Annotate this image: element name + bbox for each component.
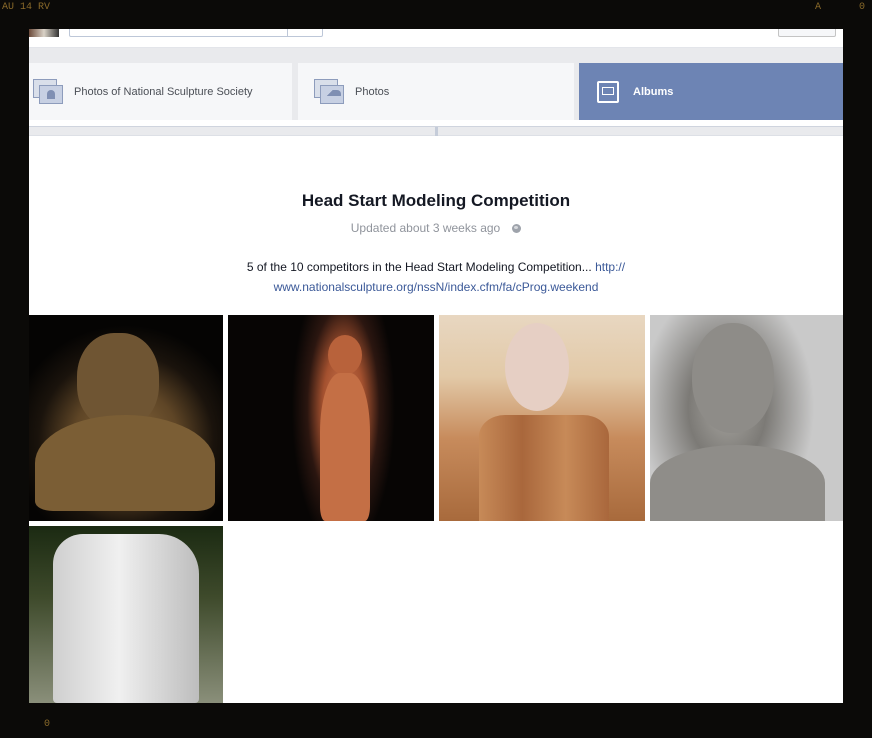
profile-avatar[interactable]: [29, 29, 59, 37]
photo-thumbnail-1[interactable]: [29, 315, 223, 521]
photo-thumbnail-3[interactable]: [439, 315, 645, 521]
album-description: 5 of the 10 competitors in the Head Star…: [179, 257, 693, 297]
tab-label: Photos: [355, 85, 390, 98]
photos-icon: [314, 78, 344, 105]
tab-photos[interactable]: Photos: [298, 63, 574, 120]
tab-photos-of[interactable]: Photos of National Sculpture Society: [29, 63, 292, 120]
top-bar: [29, 29, 843, 48]
frame-label-top-left: AU 14 RV: [2, 2, 51, 13]
albums-icon: [597, 80, 619, 103]
tab-label: Photos of National Sculpture Society: [74, 85, 253, 98]
top-right-button[interactable]: [778, 29, 836, 37]
frame-label-top-right-b: 0: [859, 2, 866, 13]
updated-text: Updated about 3 weeks ago: [350, 221, 501, 235]
photo-tabs: Photos of National Sculpture Society Pho…: [29, 62, 843, 120]
frame-label-bottom-left: 0: [44, 719, 51, 730]
description-text: 5 of the 10 competitors in the Head Star…: [246, 260, 592, 274]
album-title: Head Start Modeling Competition: [301, 191, 571, 210]
browser-screen: Photos of National Sculpture Society Pho…: [29, 29, 843, 703]
photo-thumbnail-5[interactable]: [29, 526, 223, 703]
frame-label-top-right-a: A: [815, 2, 822, 13]
photo-thumbnail-4[interactable]: [650, 315, 843, 521]
tab-albums[interactable]: Albums: [579, 63, 843, 120]
search-button[interactable]: [287, 29, 288, 36]
section-divider: [29, 126, 843, 136]
photos-of-icon: [33, 78, 63, 105]
search-input[interactable]: [69, 29, 323, 37]
globe-icon[interactable]: [512, 224, 522, 233]
photo-thumbnail-2[interactable]: [228, 315, 434, 521]
album-link-part1[interactable]: http://: [595, 260, 625, 274]
tab-label: Albums: [633, 85, 674, 98]
header-strip: [29, 48, 843, 62]
album-link-part2[interactable]: www.nationalsculpture.org/nssN/index.cfm…: [274, 280, 599, 294]
divider-notch: [435, 127, 438, 136]
album-updated: Updated about 3 weeks ago: [29, 221, 843, 235]
